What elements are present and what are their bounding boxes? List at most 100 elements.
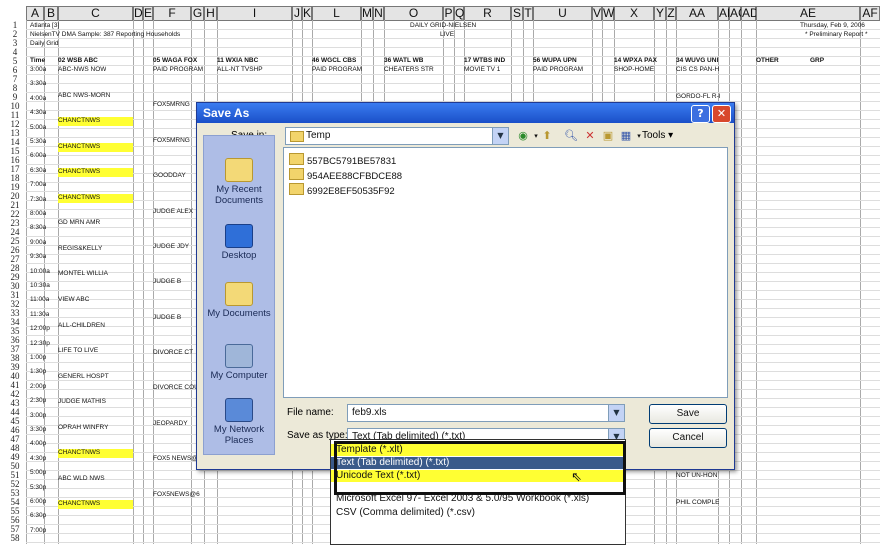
column-header[interactable]: O bbox=[384, 6, 443, 21]
time-cell: 10:30a bbox=[30, 282, 50, 289]
mouse-cursor-icon: ⇖ bbox=[571, 470, 582, 485]
grid-line bbox=[741, 20, 742, 544]
program-cell: FOX5MRNG bbox=[153, 136, 190, 144]
place-my-documents[interactable]: My Documents bbox=[204, 282, 274, 319]
chevron-down-icon[interactable]: ▼ bbox=[492, 128, 508, 144]
column-header[interactable]: N bbox=[373, 6, 384, 21]
column-header[interactable]: AB bbox=[718, 6, 735, 21]
grid-line bbox=[143, 20, 144, 544]
my-documents-icon bbox=[225, 282, 253, 306]
column-header[interactable]: B bbox=[44, 6, 58, 21]
column-title: 02 WSB ABC bbox=[58, 57, 98, 64]
column-header[interactable]: D bbox=[133, 6, 143, 21]
search-web-icon[interactable]: 🔍︎ bbox=[563, 128, 579, 144]
program-cell: ABC-NWS NOW bbox=[58, 66, 107, 73]
program-cell: CHANCTNWS bbox=[58, 500, 101, 508]
place-desktop[interactable]: Desktop bbox=[204, 224, 274, 261]
column-header[interactable]: H bbox=[204, 6, 217, 21]
time-cell: 11:30a bbox=[30, 310, 50, 318]
program-cell: GOODDAY bbox=[153, 172, 186, 180]
column-header[interactable]: S bbox=[511, 6, 523, 21]
program-cell: CHANCTNWS bbox=[58, 193, 101, 201]
column-header[interactable]: T bbox=[523, 6, 533, 21]
column-header[interactable]: AC bbox=[729, 6, 747, 21]
recent-documents-icon bbox=[225, 158, 253, 182]
save-in-combo[interactable]: Temp ▼ bbox=[285, 127, 509, 145]
column-header[interactable]: M bbox=[361, 6, 373, 21]
my-computer-icon bbox=[225, 344, 253, 368]
program-cell: ALL-NT TVSHP bbox=[217, 66, 263, 73]
dialog-titlebar[interactable]: Save As bbox=[197, 103, 734, 123]
column-header[interactable]: Q bbox=[454, 6, 464, 21]
program-cell: CHANCTNWS bbox=[58, 117, 101, 125]
program-cell: VIEW ABC bbox=[58, 296, 90, 303]
new-folder-icon[interactable]: ▣ bbox=[600, 128, 616, 144]
column-header[interactable]: J bbox=[292, 6, 302, 21]
column-header[interactable]: K bbox=[302, 6, 312, 21]
column-header[interactable]: Z bbox=[666, 6, 676, 21]
sheet-title-cell: Atlanta [3] bbox=[30, 22, 60, 29]
file-name-value: feb9.xls bbox=[352, 407, 387, 418]
time-cell: 5:30p bbox=[30, 483, 47, 491]
program-cell: NOT UN-HON bbox=[676, 471, 718, 479]
file-name-field[interactable]: feb9.xls ▼ bbox=[347, 404, 625, 422]
column-header[interactable]: W bbox=[602, 6, 614, 21]
time-cell: 3:30p bbox=[30, 426, 47, 433]
program-cell: DIVORCE CT bbox=[153, 349, 194, 357]
type-option[interactable]: CSV (Comma delimited) (*.csv) bbox=[331, 507, 625, 519]
folder-icon bbox=[289, 183, 304, 195]
column-header[interactable]: I bbox=[217, 6, 292, 21]
column-header[interactable]: V bbox=[592, 6, 602, 21]
place-recent-documents[interactable]: My Recent Documents bbox=[204, 158, 274, 206]
time-cell: 9:30a bbox=[30, 253, 47, 261]
up-folder-icon[interactable]: ⬆ bbox=[539, 128, 555, 144]
close-button[interactable]: ✕ bbox=[712, 105, 731, 123]
tools-menu[interactable]: Tools ▾ bbox=[642, 130, 673, 141]
column-header[interactable]: R bbox=[464, 6, 511, 21]
column-title: Time bbox=[30, 57, 46, 64]
column-header[interactable]: AF bbox=[860, 6, 880, 21]
column-header[interactable]: U bbox=[533, 6, 592, 21]
column-title: GRP bbox=[810, 57, 825, 64]
program-cell: FOX5 NEWS@5 bbox=[153, 455, 202, 463]
time-cell: 3:30a bbox=[30, 80, 47, 88]
save-button[interactable]: Save bbox=[649, 404, 727, 424]
place-network-places[interactable]: My Network Places bbox=[204, 398, 274, 446]
help-button[interactable]: ? bbox=[691, 105, 710, 123]
program-cell: JUDGE JDY bbox=[153, 242, 190, 250]
file-list[interactable]: 557BC5791BE57831 954AEE88CFBDCE88 6992E8… bbox=[283, 147, 728, 398]
column-header[interactable]: AE bbox=[756, 6, 860, 21]
place-my-computer[interactable]: My Computer bbox=[204, 344, 274, 381]
column-header[interactable]: X bbox=[614, 6, 654, 21]
network-places-icon bbox=[225, 398, 253, 422]
column-header[interactable]: E bbox=[143, 6, 153, 21]
column-header[interactable]: F bbox=[153, 6, 191, 21]
column-header[interactable]: L bbox=[312, 6, 361, 21]
column-header[interactable]: C bbox=[58, 6, 133, 21]
time-cell: 6:30p bbox=[30, 512, 47, 520]
folder-item[interactable]: 557BC5791BE57831 bbox=[289, 153, 396, 167]
column-header[interactable]: AD bbox=[741, 6, 759, 21]
program-cell: MONTEL WILLIA bbox=[58, 270, 108, 278]
chevron-down-icon[interactable]: ▼ bbox=[608, 405, 624, 421]
time-cell: 10:00a bbox=[30, 267, 50, 275]
program-cell: GENERL HOSPT bbox=[58, 372, 109, 380]
folder-item[interactable]: 6992E8EF50535F92 bbox=[289, 183, 395, 197]
time-cell: 3:00a bbox=[30, 66, 47, 73]
program-cell: ABC WLD NWS bbox=[58, 474, 105, 482]
column-header[interactable]: Y bbox=[654, 6, 666, 21]
folder-item[interactable]: 954AEE88CFBDCE88 bbox=[289, 168, 402, 182]
column-header[interactable]: G bbox=[191, 6, 204, 21]
program-cell: CHANCTNWS bbox=[58, 168, 101, 176]
column-header[interactable]: P bbox=[443, 6, 454, 21]
row-header[interactable]: 58 bbox=[4, 534, 26, 543]
column-title: 56 WUPA UPN bbox=[533, 57, 577, 64]
column-header[interactable]: AA bbox=[676, 6, 718, 21]
delete-icon[interactable]: ✕ bbox=[582, 128, 598, 144]
program-cell: LIFE TO LIVE bbox=[58, 347, 99, 355]
column-header[interactable]: A bbox=[26, 6, 44, 21]
time-cell: 7:00p bbox=[30, 526, 47, 534]
grid-line bbox=[756, 20, 757, 544]
cancel-button[interactable]: Cancel bbox=[649, 428, 727, 448]
time-cell: 5:00p bbox=[30, 469, 47, 477]
